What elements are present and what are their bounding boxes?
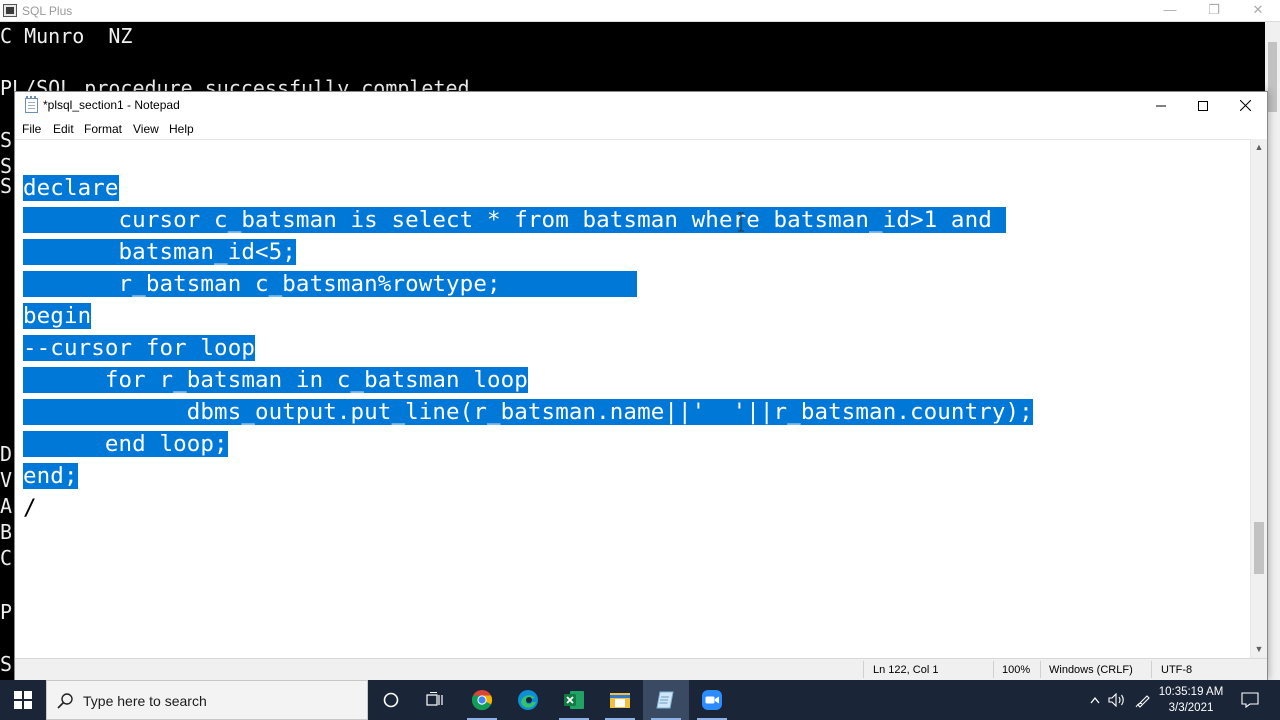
status-cursor-position: Ln 122, Col 1 (873, 664, 939, 676)
volume-button[interactable] (1106, 680, 1128, 720)
code-line: for r_batsman in c_batsman loop (23, 367, 528, 393)
pen-icon (1135, 695, 1150, 708)
taskbar-app-notepad[interactable] (643, 680, 689, 720)
pen-workspace-button[interactable] (1132, 680, 1154, 720)
status-encoding: UTF-8 (1161, 664, 1193, 676)
sqlplus-close-button[interactable]: ✕ (1236, 0, 1280, 22)
notepad-vertical-scrollbar[interactable]: ▲ ▼ (1250, 139, 1267, 658)
console-edge-char: V (0, 468, 13, 492)
console-edge-char: B (0, 520, 13, 544)
chrome-icon (471, 690, 493, 711)
speaker-icon (1108, 693, 1124, 707)
notepad-maximize-button[interactable] (1181, 92, 1225, 119)
taskbar-app-excel[interactable] (551, 680, 597, 720)
code-line: r_batsman c_batsman%rowtype; (23, 271, 638, 297)
sqlplus-app-icon (3, 4, 17, 17)
taskbar-clock[interactable]: 10:35:19 AM 3/3/2021 (1156, 684, 1226, 716)
console-edge-char: A (0, 494, 13, 518)
code-line: declare (23, 175, 119, 201)
taskbar-app-chrome[interactable] (459, 680, 505, 720)
console-edge-char: S (0, 652, 13, 676)
windows-logo-icon (14, 691, 32, 709)
action-center-button[interactable] (1236, 680, 1264, 720)
file-explorer-icon (610, 693, 630, 708)
menu-format[interactable]: Format (84, 122, 122, 136)
notepad-text-area[interactable]: declare cursor c_batsman is select * fro… (15, 139, 1252, 658)
taskbar-app-zoom[interactable] (689, 680, 735, 720)
console-edge-char: S (0, 128, 13, 152)
notepad-scroll-thumb[interactable] (1254, 522, 1264, 574)
code-line: end; (23, 463, 78, 489)
excel-icon (564, 691, 584, 709)
search-placeholder: Type here to search (83, 693, 207, 709)
cortana-button[interactable] (368, 680, 414, 720)
console-line: C Munro NZ (0, 24, 133, 48)
status-zoom: 100% (1002, 664, 1031, 676)
menu-file[interactable]: File (22, 122, 41, 136)
scroll-down-arrow-icon[interactable]: ▼ (1251, 641, 1267, 658)
code-line: cursor c_batsman is select * from batsma… (23, 207, 1006, 233)
code-line: dbms_output.put_line(r_batsman.name||' '… (23, 399, 1033, 425)
code-line: batsman_id<5; (23, 239, 296, 265)
notepad-window: *plsql_section1 - Notepad File Edit Form… (14, 91, 1268, 680)
clock-date: 3/3/2021 (1168, 702, 1214, 714)
notepad-titlebar[interactable]: *plsql_section1 - Notepad (15, 92, 1267, 119)
notepad-app-icon (25, 96, 38, 113)
zoom-icon (702, 690, 722, 710)
console-edge-char: D (0, 442, 13, 466)
clock-time: 10:35:19 AM (1158, 686, 1224, 698)
menu-edit[interactable]: Edit (53, 122, 74, 136)
close-icon (1239, 100, 1251, 111)
status-line-endings: Windows (CRLF) (1049, 664, 1133, 676)
code-line-trailing: / (23, 495, 37, 521)
task-view-icon (426, 692, 443, 706)
taskbar-app-edge[interactable] (505, 680, 551, 720)
task-view-button[interactable] (412, 680, 458, 720)
sqlplus-titlebar: SQL Plus — ❐ ✕ (0, 0, 1280, 22)
maximize-icon (1198, 100, 1208, 111)
search-icon (57, 693, 73, 709)
edge-icon (518, 690, 538, 710)
start-button[interactable] (0, 680, 46, 720)
menu-view[interactable]: View (133, 122, 159, 136)
taskbar-search-box[interactable]: Type here to search (46, 680, 368, 720)
minimize-icon (1156, 105, 1166, 106)
console-edge-char: C (0, 546, 13, 570)
code-line: begin (23, 303, 92, 329)
chevron-up-icon (1090, 696, 1100, 704)
notepad-statusbar: Ln 122, Col 1 100% Windows (CRLF) UTF-8 (15, 658, 1267, 680)
scroll-up-arrow-icon[interactable]: ▲ (1251, 139, 1267, 156)
show-hidden-icons-button[interactable] (1086, 680, 1104, 720)
console-edge-char: P (0, 600, 13, 624)
sqlplus-minimize-button[interactable]: — (1148, 0, 1192, 22)
notepad-title: *plsql_section1 - Notepad (43, 98, 180, 112)
code-line: end loop; (23, 431, 228, 457)
code-line: --cursor for loop (23, 335, 255, 361)
sqlplus-scroll-thumb[interactable] (1268, 42, 1277, 112)
sqlplus-title: SQL Plus (22, 4, 73, 18)
ibeam-cursor-icon (738, 212, 744, 232)
notepad-close-button[interactable] (1223, 92, 1267, 119)
sqlplus-restore-button[interactable]: ❐ (1192, 0, 1236, 22)
cortana-icon (383, 692, 399, 708)
notepad-menubar: File Edit Format View Help (15, 119, 1267, 139)
menu-help[interactable]: Help (169, 122, 194, 136)
notepad-minimize-button[interactable] (1139, 92, 1183, 119)
console-edge-char: S (0, 174, 13, 198)
notepad-icon (656, 691, 674, 709)
notification-icon (1241, 692, 1259, 708)
taskbar: Type here to search 10:35:19 AM 3/3/2021 (0, 680, 1280, 720)
taskbar-app-file-explorer[interactable] (597, 680, 643, 720)
